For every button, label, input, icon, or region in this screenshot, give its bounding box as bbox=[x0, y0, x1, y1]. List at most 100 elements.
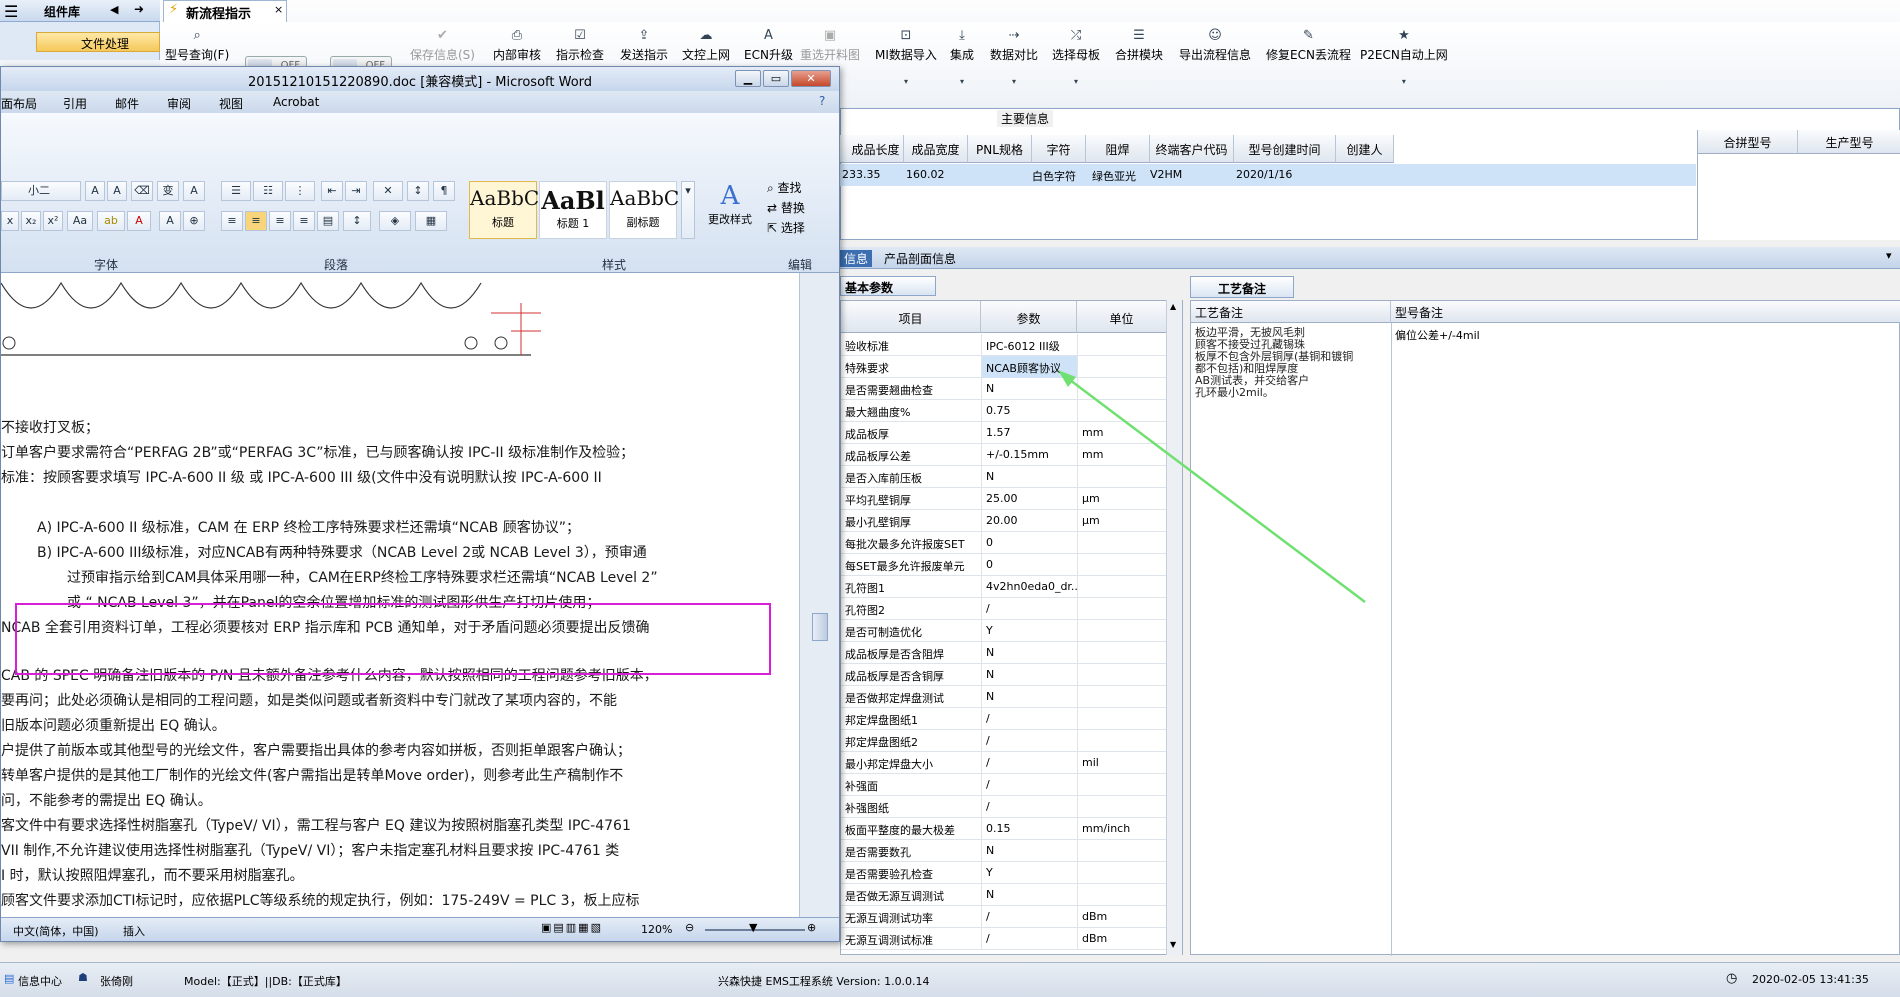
shading-icon[interactable]: ◈ bbox=[379, 211, 411, 231]
table-row[interactable]: 是否需要数孔 N bbox=[841, 840, 1182, 862]
align-center-icon[interactable]: ≡ bbox=[245, 211, 267, 231]
align-right-icon[interactable]: ≡ bbox=[269, 211, 291, 231]
table-row[interactable]: 每SET最多允许报废单元 0 bbox=[841, 554, 1182, 576]
strikethrough-icon[interactable]: x bbox=[1, 211, 19, 231]
phonetic-icon[interactable]: 变 bbox=[157, 181, 179, 201]
zoom-in-icon[interactable]: ⊕ bbox=[807, 921, 816, 934]
param-value[interactable]: 0 bbox=[981, 532, 1077, 554]
align-justify-icon[interactable]: ≡ bbox=[221, 211, 243, 231]
style-heading-1[interactable]: AaBl 标题 1 bbox=[539, 181, 607, 239]
param-value[interactable]: N bbox=[981, 664, 1077, 686]
col-header-craft-note[interactable]: 工艺备注 bbox=[1191, 301, 1391, 323]
show-marks-icon[interactable]: ¶ bbox=[433, 181, 455, 201]
param-value[interactable]: 0.15 bbox=[981, 818, 1077, 840]
sort-icon[interactable]: ↕ bbox=[407, 181, 429, 201]
table-row[interactable]: 孔符图1 4v2hn0eda0_dr... bbox=[841, 576, 1182, 598]
toolbar-fix-ecn-button[interactable]: ✎ 修复ECN丢流程 bbox=[1266, 28, 1351, 63]
toolbar-merge-module-button[interactable]: ☰ 合拼模块 bbox=[1115, 28, 1163, 63]
toolbar-p2ecn-button[interactable]: ★ P2ECN自动上网 ▾ bbox=[1360, 28, 1448, 86]
clear-format-icon[interactable]: ⌫ bbox=[131, 181, 153, 201]
param-value[interactable]: N bbox=[981, 378, 1077, 400]
col-header-mask[interactable]: 阻焊 bbox=[1086, 135, 1150, 163]
scroll-up-icon[interactable]: ▲ bbox=[1170, 302, 1176, 311]
char-border-icon[interactable]: A bbox=[183, 181, 205, 201]
param-value[interactable]: / bbox=[981, 752, 1077, 774]
col-header-unit[interactable]: 单位 bbox=[1077, 301, 1167, 333]
param-value[interactable]: / bbox=[981, 906, 1077, 928]
toolbar-export-button[interactable]: ☺ 导出流程信息 bbox=[1179, 28, 1251, 63]
table-row[interactable]: 板面平整度的最大极差 0.15 mm/inch bbox=[841, 818, 1182, 840]
param-value[interactable]: 0.75 bbox=[981, 400, 1077, 422]
toolbar-mi-import-button[interactable]: ⊡ MI数据导入 ▾ bbox=[875, 28, 937, 86]
table-row[interactable]: 成品板厚是否含阻焊 N bbox=[841, 642, 1182, 664]
align-distributed-icon[interactable]: ≡ bbox=[293, 211, 315, 231]
info-center-label[interactable]: 信息中心 bbox=[18, 973, 62, 989]
table-row[interactable]: 是否做邦定焊盘测试 N bbox=[841, 686, 1182, 708]
tab-profile[interactable]: 产品剖面信息 bbox=[884, 250, 956, 267]
close-button[interactable]: ✕ bbox=[791, 70, 831, 87]
word-title-bar[interactable]: 20151210151220890.doc [兼容模式] - Microsoft… bbox=[1, 67, 839, 91]
table-row[interactable]: 最小孔壁铜厚 20.00 μm bbox=[841, 510, 1182, 532]
menu-icon[interactable]: ☰ bbox=[4, 2, 18, 21]
document-page[interactable]: 不接收打叉板； 订单客户要求需符合“PERFAG 2B”或“PERFAG 3C”标… bbox=[1, 273, 799, 923]
table-row[interactable]: 孔符图2 / bbox=[841, 598, 1182, 620]
table-row[interactable]: 是否可制造优化 Y bbox=[841, 620, 1182, 642]
table-row[interactable]: 是否需要验孔检查 Y bbox=[841, 862, 1182, 884]
toolbar-send-button[interactable]: ⇪ 发送指示 bbox=[620, 28, 668, 63]
param-value[interactable]: Y bbox=[981, 862, 1077, 884]
param-value[interactable]: Y bbox=[981, 620, 1077, 642]
tab-acrobat[interactable]: Acrobat bbox=[273, 95, 319, 109]
param-value[interactable]: N bbox=[981, 686, 1077, 708]
param-value[interactable]: 0 bbox=[981, 554, 1077, 576]
zoom-out-icon[interactable]: ⊖ bbox=[685, 921, 694, 934]
numbering-icon[interactable]: ☷ bbox=[253, 181, 283, 201]
highlight-icon[interactable]: ab bbox=[97, 211, 125, 231]
param-value[interactable]: N bbox=[981, 466, 1077, 488]
param-value[interactable]: N bbox=[981, 840, 1077, 862]
scroll-thumb[interactable] bbox=[812, 613, 828, 641]
view-buttons[interactable]: ▣▤▥▦▧ bbox=[541, 921, 603, 934]
toolbar-upload-button[interactable]: ☁ 文控上网 bbox=[682, 28, 730, 63]
change-styles-button[interactable]: A 更改样式 bbox=[701, 181, 759, 241]
toolbar-model-query-button[interactable]: ⌕ 型号查询(F) bbox=[165, 28, 229, 63]
shrink-font-icon[interactable]: A bbox=[107, 181, 127, 201]
borders-icon[interactable]: ▦ bbox=[415, 211, 447, 231]
style-title[interactable]: AaBbC 标题 bbox=[469, 181, 539, 239]
enclose-char-icon[interactable]: ⊕ bbox=[183, 211, 205, 231]
increase-indent-icon[interactable]: ⇥ bbox=[345, 181, 367, 201]
model-note-text[interactable]: 偏位公差+/-4mil bbox=[1395, 327, 1480, 343]
document-scrollbar[interactable] bbox=[799, 273, 839, 923]
subscript-icon[interactable]: x₂ bbox=[21, 211, 41, 231]
param-value[interactable]: / bbox=[981, 928, 1077, 950]
change-case-icon[interactable]: Aa bbox=[67, 211, 93, 231]
param-value[interactable]: NCAB顾客协议 bbox=[981, 356, 1077, 378]
table-row[interactable]: 是否做无源互调测试 N bbox=[841, 884, 1182, 906]
param-value[interactable]: +/-0.15mm bbox=[981, 444, 1077, 466]
col-header-length[interactable]: 成品长度 bbox=[838, 135, 904, 163]
col-header-created-time[interactable]: 型号创建时间 bbox=[1234, 135, 1336, 163]
toolbar-internal-review-button[interactable]: ⎙ 内部审核 bbox=[493, 28, 541, 63]
param-value[interactable]: IPC-6012 III级 bbox=[981, 334, 1077, 356]
table-row[interactable]: 补强图纸 / bbox=[841, 796, 1182, 818]
style-subtitle[interactable]: AaBbC 副标题 bbox=[609, 181, 679, 239]
table-row[interactable]: 邦定焊盘图纸2 / bbox=[841, 730, 1182, 752]
close-icon[interactable]: × bbox=[274, 3, 283, 16]
chevron-down-icon[interactable]: ▾ bbox=[1886, 249, 1892, 262]
table-row[interactable]: 成品板厚 1.57 mm bbox=[841, 422, 1182, 444]
pin-icon[interactable]: ➜ bbox=[134, 2, 144, 16]
toolbar-save-button[interactable]: ✔ 保存信息(S) bbox=[410, 28, 475, 63]
toolbar-integrate-button[interactable]: ⤓ 集成 ▾ bbox=[950, 28, 974, 86]
chinese-layout-icon[interactable]: ✕ bbox=[373, 181, 403, 201]
insert-mode-status[interactable]: 插入 bbox=[123, 923, 145, 939]
param-value[interactable]: / bbox=[981, 708, 1077, 730]
decrease-indent-icon[interactable]: ⇤ bbox=[321, 181, 343, 201]
toolbar-select-mother-button[interactable]: ⤮ 选择母板 ▾ bbox=[1052, 28, 1100, 86]
left-panel-item-file[interactable]: 文件处理 bbox=[36, 32, 160, 52]
param-value[interactable]: / bbox=[981, 774, 1077, 796]
param-value[interactable]: 20.00 bbox=[981, 510, 1077, 532]
table-row[interactable]: 无源互调测试功率 / dBm bbox=[841, 906, 1182, 928]
multilevel-icon[interactable]: ⋮ bbox=[285, 181, 315, 201]
bullets-icon[interactable]: ☰ bbox=[221, 181, 251, 201]
toolbar-reselect-button[interactable]: ▣ 重选开料图 bbox=[800, 28, 860, 63]
help-icon[interactable]: ? bbox=[819, 94, 825, 108]
